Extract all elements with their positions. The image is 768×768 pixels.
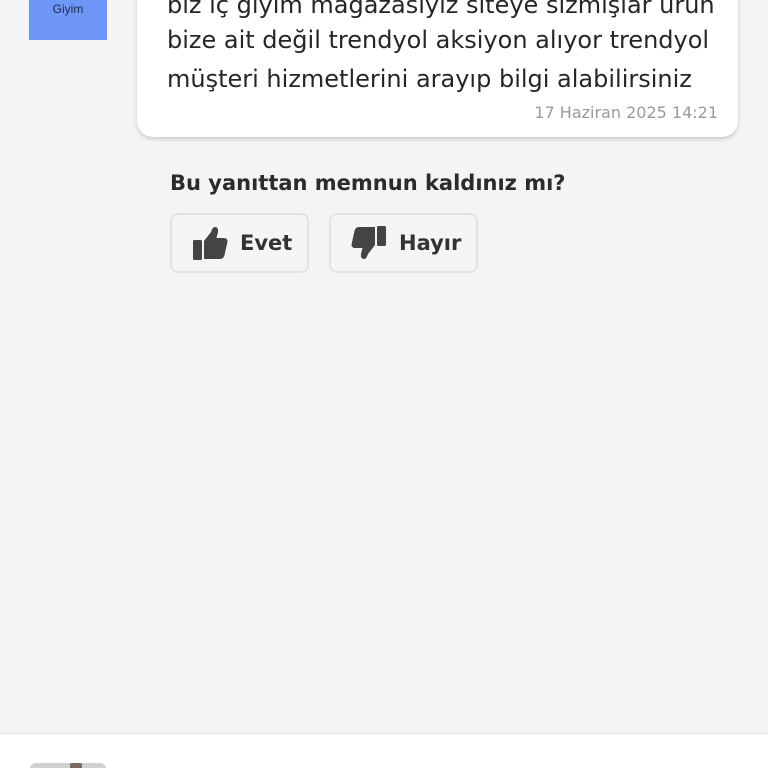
store-avatar: Giyim (29, 0, 107, 40)
chat-page: Giyim biz iç giyim mağazasıyız siteye sı… (0, 0, 768, 768)
message-line: müşteri hizmetlerini arayıp bilgi alabil… (167, 65, 692, 93)
feedback-no-button[interactable]: Hayır (329, 213, 478, 273)
message-timestamp: 17 Haziran 2025 14:21 (534, 103, 718, 122)
user-avatar (30, 763, 106, 768)
store-avatar-label: Giyim (52, 2, 84, 16)
message-line: bize ait değil trendyol aksiyon alıyor t… (167, 26, 710, 54)
avatar-photo-fragment (70, 763, 82, 768)
thumbs-up-icon (193, 227, 228, 260)
message-line: biz iç giyim mağazasıyız siteye sızmışla… (167, 0, 715, 19)
feedback-question: Bu yanıttan memnun kaldınız mı? (170, 171, 566, 195)
feedback-yes-label: Evet (240, 231, 293, 255)
thumbs-down-icon (351, 226, 386, 259)
feedback-no-label: Hayır (399, 231, 462, 255)
message-bubble: biz iç giyim mağazasıyız siteye sızmışla… (137, 0, 738, 137)
feedback-yes-button[interactable]: Evet (170, 213, 309, 273)
bottom-bar (0, 733, 768, 768)
